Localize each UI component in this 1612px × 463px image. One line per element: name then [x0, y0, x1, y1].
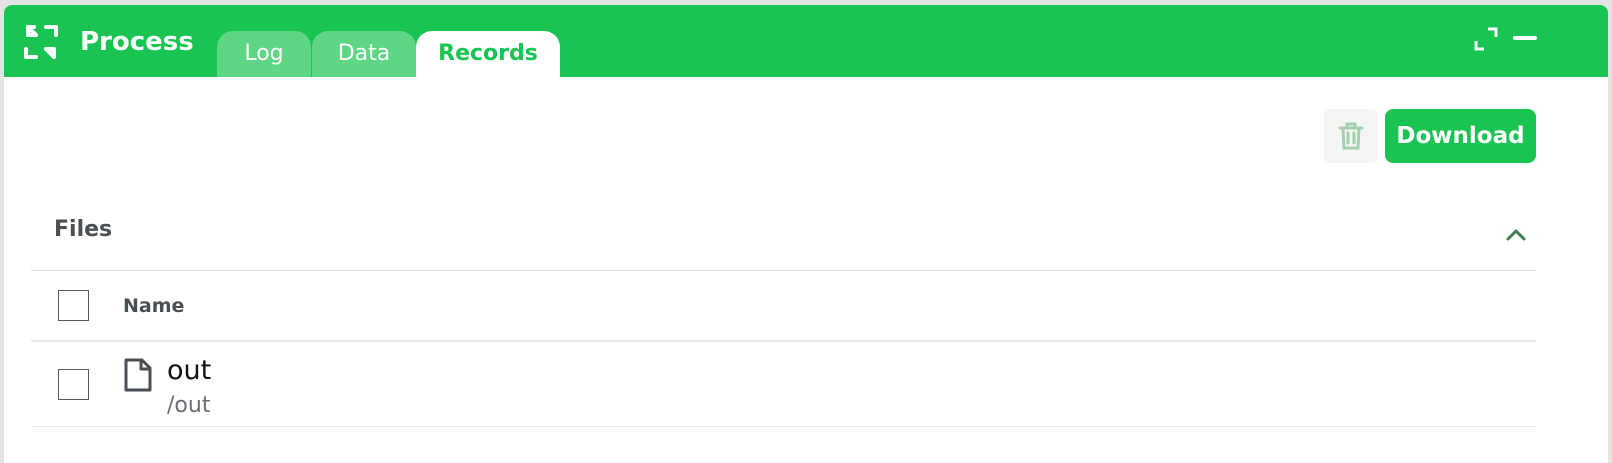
select-all-checkbox[interactable] — [58, 290, 89, 321]
download-button[interactable]: Download — [1385, 109, 1536, 163]
row-divider — [31, 426, 1536, 427]
file-name: out — [167, 355, 212, 386]
delete-button[interactable] — [1324, 109, 1378, 163]
chevron-up-icon[interactable] — [1504, 225, 1528, 243]
file-path: /out — [167, 393, 211, 418]
file-icon — [124, 358, 152, 392]
tab-records[interactable]: Records — [416, 31, 560, 77]
minimize-icon[interactable] — [1510, 25, 1538, 53]
tab-data[interactable]: Data — [312, 31, 416, 77]
column-header-name: Name — [123, 295, 185, 317]
column-divider — [31, 340, 1536, 342]
header-divider — [31, 270, 1536, 271]
files-section-title: Files — [54, 217, 113, 242]
row-checkbox[interactable] — [58, 369, 89, 400]
tab-log[interactable]: Log — [217, 31, 311, 77]
process-window: Process Log Data Records Download Files — [4, 5, 1608, 463]
sync-arrows-icon — [24, 25, 58, 59]
expand-icon[interactable] — [1472, 25, 1500, 53]
trash-icon — [1338, 122, 1364, 150]
window-title: Process — [80, 27, 194, 57]
title-bar: Process Log Data Records — [4, 5, 1608, 77]
